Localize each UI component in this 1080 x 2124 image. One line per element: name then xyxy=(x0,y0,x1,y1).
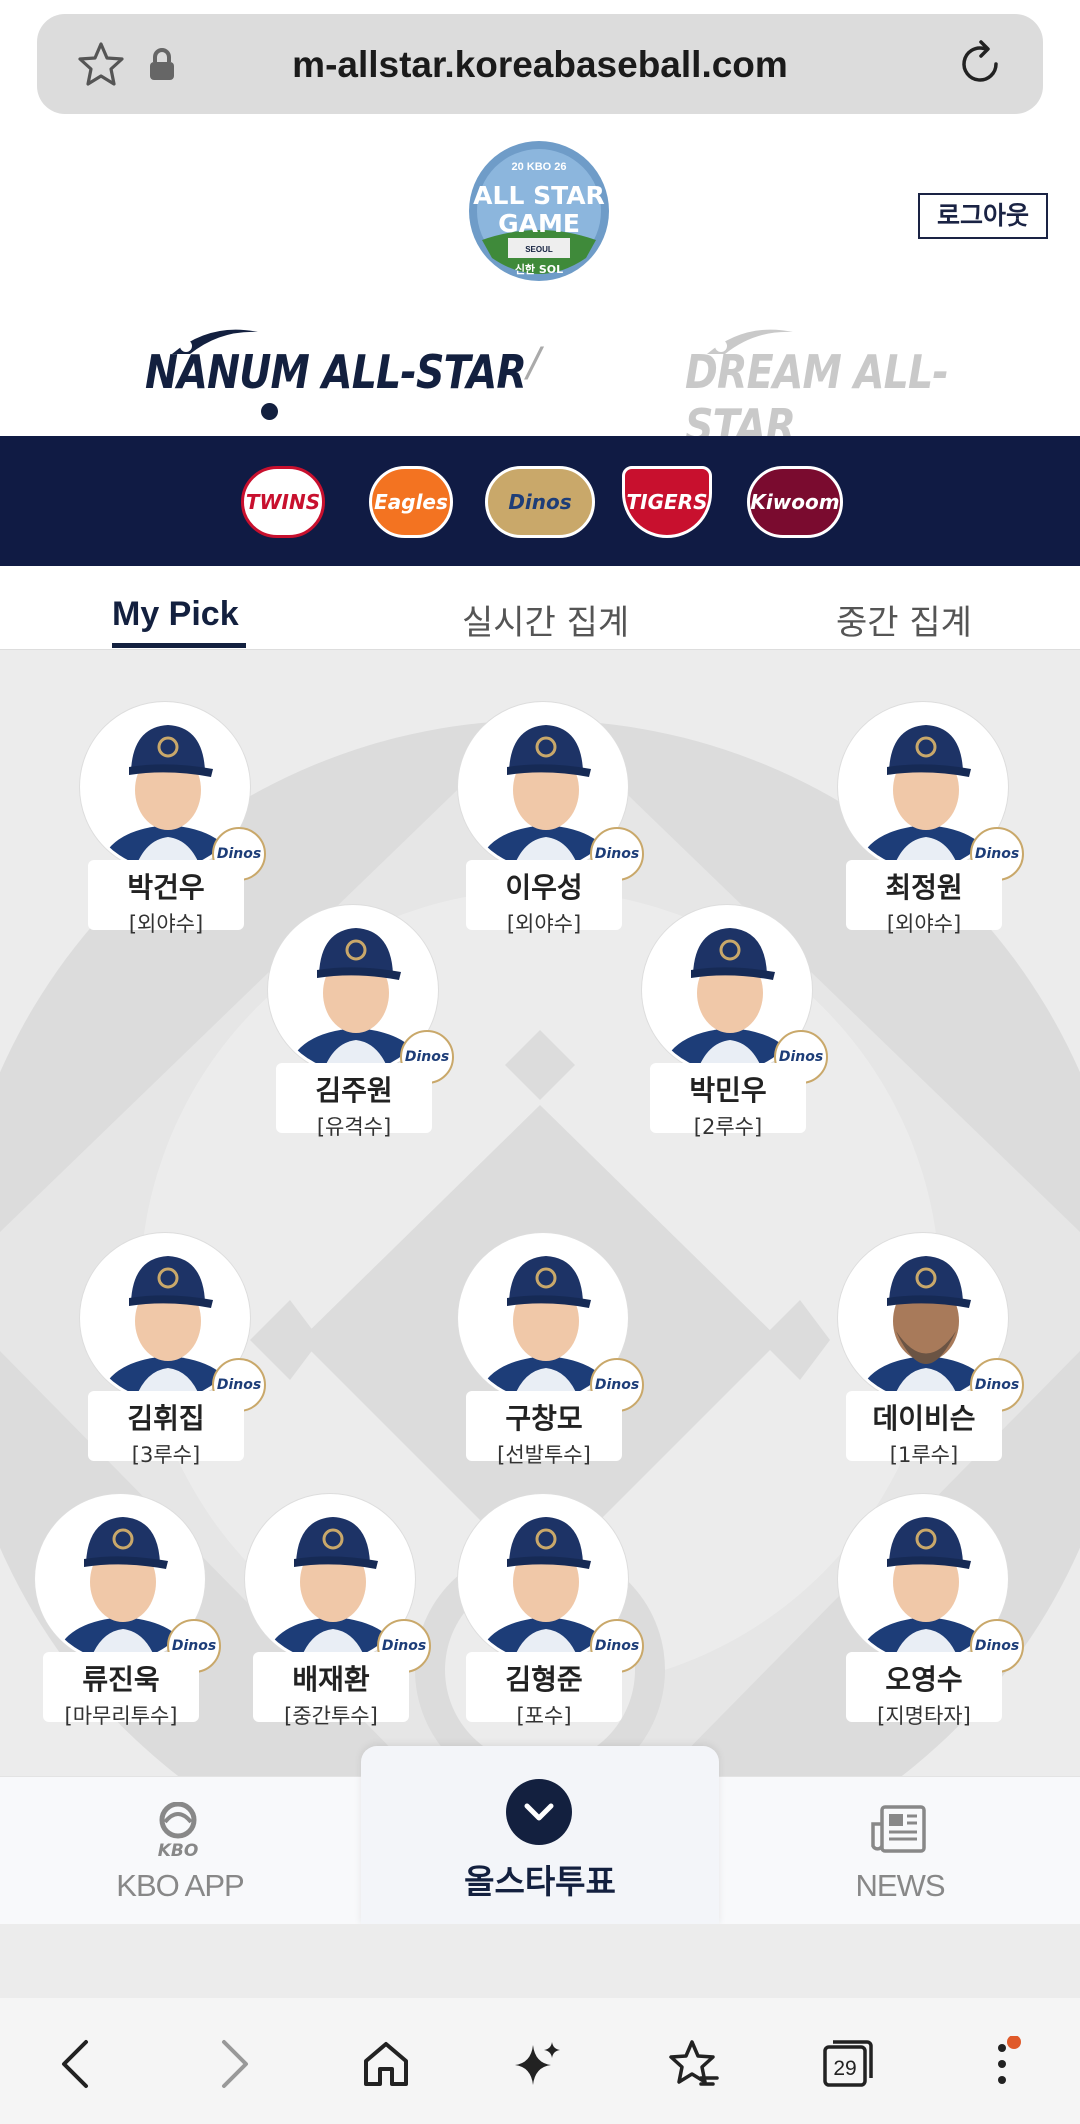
allstar-game-logo[interactable]: 20 KBO 26 ALL STAR GAME SEOUL 신한 SOL xyxy=(468,140,610,282)
player-label: 류진욱 [마무리투수] xyxy=(43,1652,199,1728)
player-label: 박민우 [2루수] xyxy=(650,1063,806,1139)
player-card[interactable]: Dinos 배재환 [중간투수] xyxy=(245,1494,431,1734)
player-name: 류진욱 xyxy=(82,1663,160,1696)
player-card[interactable]: Dinos 최정원 [외야수] xyxy=(838,702,1024,942)
player-name: 박건우 xyxy=(127,871,205,904)
more-icon[interactable] xyxy=(974,2036,1030,2092)
player-position: [2루수] xyxy=(693,1115,763,1139)
player-name: 최정원 xyxy=(885,871,963,904)
player-position: [지명타자] xyxy=(877,1704,971,1728)
player-card[interactable]: Dinos 이우성 [외야수] xyxy=(458,702,644,942)
url-text[interactable]: m-allstar.koreabaseball.com xyxy=(37,44,1043,86)
page-bottom-padding xyxy=(0,1924,1080,1998)
player-card[interactable]: Dinos 김휘집 [3루수] xyxy=(80,1233,266,1473)
player-card[interactable]: Dinos 김주원 [유격수] xyxy=(268,905,454,1145)
team-name: TWINS xyxy=(245,490,321,514)
player-label: 김휘집 [3루수] xyxy=(88,1391,244,1467)
player-label: 김형준 [포수] xyxy=(466,1652,622,1728)
player-name: 이우성 xyxy=(505,871,583,904)
logo-line2-text: GAME xyxy=(498,209,580,238)
team-name: Dinos xyxy=(508,490,572,514)
player-name: 데이비슨 xyxy=(872,1402,976,1435)
chevron-down-icon[interactable] xyxy=(506,1779,572,1845)
player-position: [선발투수] xyxy=(497,1443,591,1467)
player-position: [1루수] xyxy=(889,1443,959,1467)
player-card[interactable]: Dinos 박민우 [2루수] xyxy=(642,905,828,1145)
tabs-icon[interactable]: 29 xyxy=(820,2036,876,2092)
player-label: 배재환 [중간투수] xyxy=(253,1652,409,1728)
logo-year-text: 20 KBO 26 xyxy=(511,161,566,173)
player-position: [외야수] xyxy=(128,912,204,936)
kbo-app-label[interactable]: KBO APP xyxy=(100,1868,260,1904)
logo-line1-text: ALL STAR xyxy=(473,181,605,210)
player-label: 이우성 [외야수] xyxy=(466,860,622,936)
player-card[interactable]: Dinos 데이비슨 [1루수] xyxy=(838,1233,1024,1473)
news-label[interactable]: NEWS xyxy=(820,1868,980,1904)
reload-icon[interactable] xyxy=(954,38,1006,94)
tab-realtime[interactable]: 실시간 집계 xyxy=(462,595,629,644)
team-separator: / xyxy=(527,340,541,386)
player-name: 김형준 xyxy=(505,1663,583,1696)
player-label: 최정원 [외야수] xyxy=(846,860,1002,936)
kbo-small-text: KBO xyxy=(157,1841,199,1861)
player-position: [외야수] xyxy=(886,912,962,936)
tab-my-pick[interactable]: My Pick xyxy=(112,595,239,634)
news-icon[interactable] xyxy=(870,1804,928,1858)
player-name: 김휘집 xyxy=(127,1402,205,1435)
team-logo-dinos[interactable]: Dinos xyxy=(485,466,595,538)
player-name: 배재환 xyxy=(292,1663,370,1696)
player-label: 오영수 [지명타자] xyxy=(846,1652,1002,1728)
bookmark-star-icon[interactable] xyxy=(664,2036,720,2092)
player-card[interactable]: Dinos 구창모 [선발투수] xyxy=(458,1233,644,1473)
team-name: Eagles xyxy=(374,490,448,514)
player-name: 박민우 xyxy=(689,1074,767,1107)
team-logo-eagles[interactable]: Eagles xyxy=(369,466,453,538)
player-position: [유격수] xyxy=(316,1115,392,1139)
player-position: [중간투수] xyxy=(284,1704,378,1728)
kbo-logo-icon[interactable] xyxy=(155,1801,201,1846)
nanum-allstar-tab[interactable]: NANUM ALL-STAR xyxy=(145,345,527,399)
player-name: 김주원 xyxy=(315,1074,393,1107)
player-label: 구창모 [선발투수] xyxy=(466,1391,622,1467)
player-card[interactable]: Dinos 류진욱 [마무리투수] xyxy=(35,1494,221,1734)
player-label: 데이비슨 [1루수] xyxy=(846,1391,1002,1467)
logout-button[interactable]: 로그아웃 xyxy=(918,193,1048,239)
player-position: [마무리투수] xyxy=(64,1704,178,1728)
logo-sponsor-text: 신한 SOL xyxy=(515,262,563,276)
team-logo-twins[interactable]: TWINS xyxy=(241,466,325,538)
logo-city-text: SEOUL xyxy=(525,245,553,254)
player-position: [3루수] xyxy=(131,1443,201,1467)
team-name: Kiwoom xyxy=(750,490,840,514)
vote-label[interactable]: 올스타투표 xyxy=(361,1855,719,1903)
back-icon[interactable] xyxy=(48,2036,104,2092)
player-label: 박건우 [외야수] xyxy=(88,860,244,936)
team-name: TIGERS xyxy=(626,490,708,514)
forward-icon[interactable] xyxy=(206,2036,262,2092)
browser-top-bar: m-allstar.koreabaseball.com xyxy=(0,0,1080,126)
tab-count-text: 29 xyxy=(833,2057,856,2080)
player-card[interactable]: Dinos 김형준 [포수] xyxy=(458,1494,644,1734)
player-card[interactable]: Dinos 박건우 [외야수] xyxy=(80,702,266,942)
active-tab-underline xyxy=(112,643,246,648)
sparkle-icon[interactable] xyxy=(510,2036,566,2092)
player-position: [외야수] xyxy=(506,912,582,936)
player-position: [포수] xyxy=(516,1704,572,1728)
player-label: 김주원 [유격수] xyxy=(276,1063,432,1139)
address-bar[interactable]: m-allstar.koreabaseball.com xyxy=(37,14,1043,114)
tab-midterm[interactable]: 중간 집계 xyxy=(836,595,972,644)
selected-indicator-dot xyxy=(261,403,278,420)
player-card[interactable]: Dinos 오영수 [지명타자] xyxy=(838,1494,1024,1734)
player-name: 구창모 xyxy=(505,1402,583,1435)
home-icon[interactable] xyxy=(358,2036,414,2092)
player-name: 오영수 xyxy=(885,1663,963,1696)
team-logo-kiwoom[interactable]: Kiwoom xyxy=(747,466,843,538)
